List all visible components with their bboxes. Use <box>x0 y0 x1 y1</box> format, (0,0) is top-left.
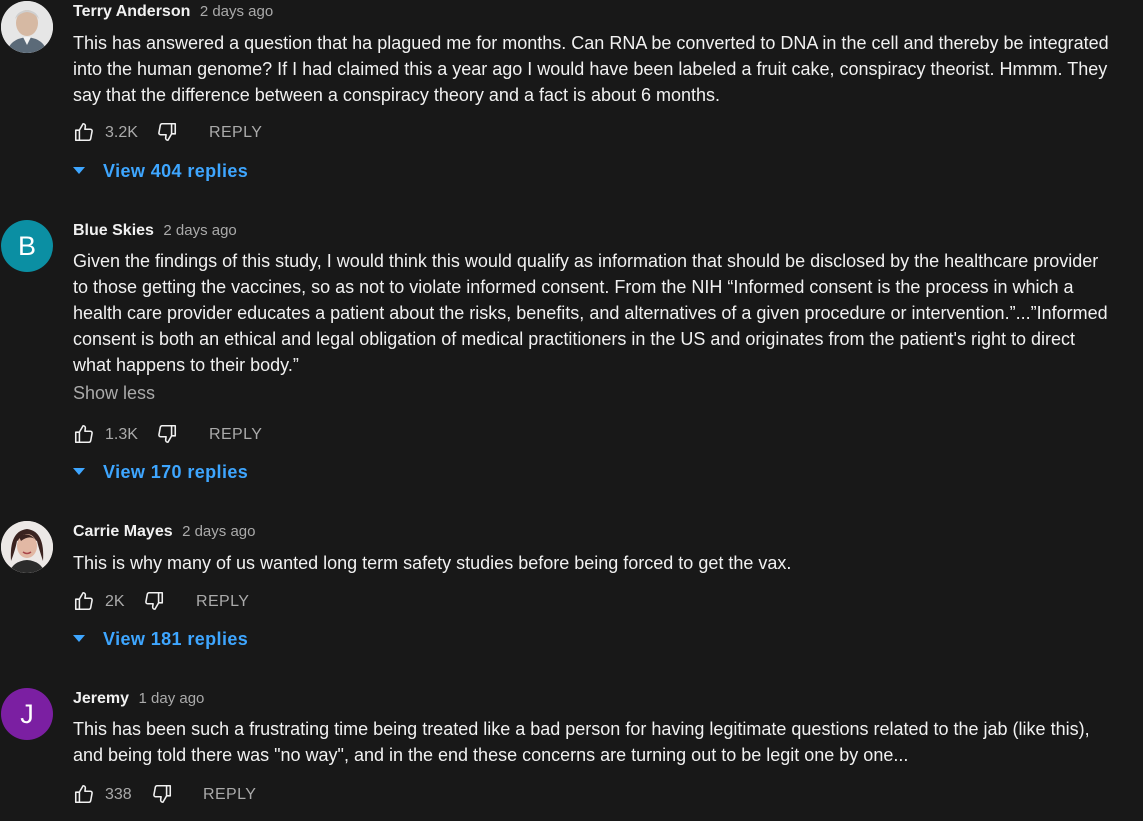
dislike-button[interactable] <box>156 121 178 148</box>
caret-down-icon <box>73 166 85 174</box>
view-replies-label: View 170 replies <box>103 462 249 482</box>
avatar-letter: J <box>20 698 34 729</box>
avatar[interactable] <box>1 521 53 573</box>
comment-text: This has answered a question that ha pla… <box>73 33 1109 105</box>
dislike-button[interactable] <box>151 783 173 810</box>
avatar-letter: B <box>17 230 36 261</box>
view-replies-button[interactable]: View 170 replies <box>73 462 248 483</box>
comment-author[interactable]: Carrie Mayes <box>73 523 173 540</box>
view-replies-button[interactable]: View 181 replies <box>73 629 248 650</box>
thumbs-up-icon <box>74 122 93 142</box>
thumbs-up-icon <box>74 784 93 804</box>
comment-timestamp[interactable]: 2 days ago <box>163 222 236 239</box>
comment-timestamp[interactable]: 1 day ago <box>139 690 205 707</box>
comment-author[interactable]: Jeremy <box>73 690 129 707</box>
comment-author[interactable]: Terry Anderson <box>73 3 190 20</box>
avatar[interactable] <box>1 1 53 53</box>
comment-author[interactable]: Blue Skies <box>73 222 154 239</box>
comment-timestamp[interactable]: 2 days ago <box>200 3 273 20</box>
thumbs-down-icon <box>158 122 177 142</box>
like-count: 3.2K <box>105 124 138 141</box>
avatar[interactable]: B <box>1 220 53 272</box>
like-button[interactable] <box>73 590 95 617</box>
view-replies-label: View 404 replies <box>103 161 249 181</box>
thumbs-down-icon <box>158 424 177 444</box>
comment-text: Given the findings of this study, I woul… <box>73 251 1108 375</box>
reply-button[interactable]: REPLY <box>196 593 249 611</box>
like-button[interactable] <box>73 121 95 148</box>
thumbs-up-icon <box>74 591 93 611</box>
view-replies-button[interactable]: View 404 replies <box>73 161 248 182</box>
caret-down-icon <box>73 634 85 642</box>
comment-text: This is why many of us wanted long term … <box>73 553 792 573</box>
like-button[interactable] <box>73 423 95 450</box>
caret-down-icon <box>73 467 85 475</box>
dislike-button[interactable] <box>156 423 178 450</box>
view-replies-label: View 181 replies <box>103 629 249 649</box>
like-count: 338 <box>105 786 132 803</box>
thumbs-down-icon <box>153 784 172 804</box>
avatar[interactable]: J <box>1 688 53 740</box>
like-count: 2K <box>105 593 125 610</box>
reply-button[interactable]: REPLY <box>209 124 262 142</box>
reply-button[interactable]: REPLY <box>203 786 256 804</box>
reply-button[interactable]: REPLY <box>209 426 262 444</box>
like-count: 1.3K <box>105 426 138 443</box>
show-less-button[interactable]: Show less <box>73 383 155 404</box>
thumbs-down-icon <box>145 591 164 611</box>
thumbs-up-icon <box>74 424 93 444</box>
like-button[interactable] <box>73 783 95 810</box>
avatar-photo <box>1 521 53 573</box>
comment-text: This has been such a frustrating time be… <box>73 719 1090 765</box>
avatar-photo <box>1 1 53 53</box>
comment-timestamp[interactable]: 2 days ago <box>182 523 255 540</box>
dislike-button[interactable] <box>143 590 165 617</box>
